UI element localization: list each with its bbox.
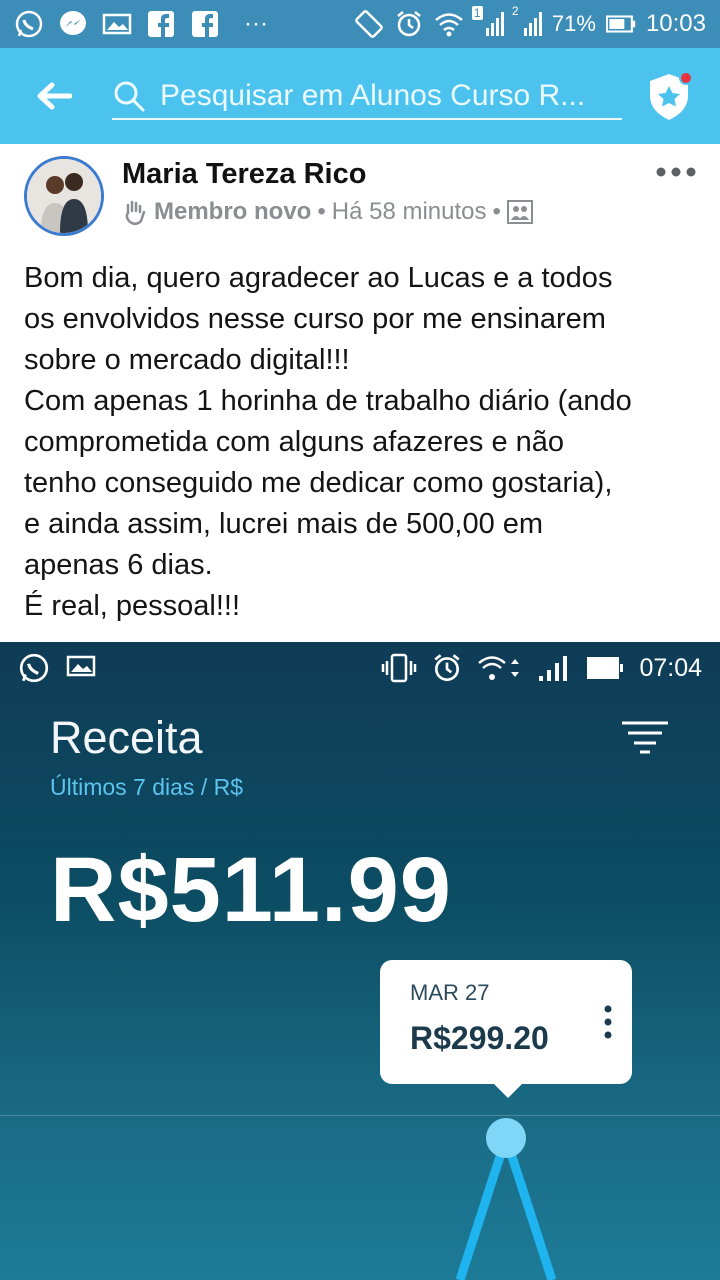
- whatsapp-icon: [19, 653, 49, 683]
- post-text: Bom dia, quero agradecer ao Lucas e a to…: [24, 258, 704, 627]
- whatsapp-icon: [14, 9, 44, 39]
- rotate-icon: [354, 9, 384, 39]
- back-button[interactable]: [18, 48, 90, 144]
- post-line: e ainda assim, lucrei mais de 500,00 em: [24, 508, 544, 540]
- period-subtitle: Últimos 7 dias / R$: [50, 774, 244, 800]
- search-icon: [114, 81, 145, 112]
- messenger-icon: [58, 9, 88, 39]
- signal-sim1-icon: 1: [471, 6, 504, 36]
- chart-point-highlight: [486, 1118, 526, 1158]
- sim2-badge: 2: [511, 4, 519, 18]
- post-line: Bom dia, quero agradecer ao Lucas e a to…: [24, 262, 613, 294]
- post-time[interactable]: Há 58 minutos: [332, 198, 487, 226]
- group-search-header: Pesquisar em Alunos Curso R...: [0, 48, 720, 144]
- more-dots-icon: [656, 167, 696, 177]
- meta-separator-2: •: [492, 198, 501, 225]
- sim1-badge: 1: [471, 6, 483, 20]
- wave-hand-icon: [125, 200, 146, 225]
- filter-icon: [622, 721, 668, 754]
- wifi-icon: [478, 656, 520, 680]
- post-header: Maria Tereza Rico Membro novo • Há 58 mi…: [0, 144, 720, 244]
- post-line: É real, pessoal!!!: [24, 590, 240, 622]
- post-options-button[interactable]: [654, 164, 698, 180]
- alarm-icon: [394, 9, 424, 39]
- revenue-chart: [455, 1118, 557, 1280]
- avatar[interactable]: [24, 156, 104, 236]
- battery-icon: [587, 657, 624, 679]
- gallery-icon: [66, 655, 96, 677]
- vibrate-icon: [382, 653, 417, 683]
- post-meta: Membro novo • Há 58 minutos •: [122, 198, 533, 226]
- search-input[interactable]: Pesquisar em Alunos Curso R...: [160, 79, 615, 113]
- search-underline: [112, 118, 622, 120]
- group-audience-icon: [506, 200, 533, 224]
- status-bar: ··· 1 2 71% 10:03: [0, 0, 720, 48]
- kebab-menu-icon: [604, 1005, 612, 1039]
- post-line: os envolvidos nesse curso por me ensinar…: [24, 303, 606, 335]
- post-line: apenas 6 dias.: [24, 549, 213, 581]
- shield-star-icon: [650, 71, 693, 120]
- post-line: comprometida com alguns afazeres e não: [24, 426, 565, 458]
- alarm-icon: [434, 654, 461, 682]
- battery-percent: 71%: [551, 11, 596, 36]
- admin-tools-button[interactable]: [644, 70, 694, 124]
- post-line: sobre o mercado digital!!!: [24, 344, 350, 376]
- embedded-time: 07:04: [639, 653, 702, 682]
- post-line: Com apenas 1 horinha de trabalho diário …: [24, 385, 632, 417]
- post-line: tenho conseguido me dedicar como gostari…: [24, 467, 613, 499]
- more-notifications: ···: [244, 10, 268, 37]
- arrow-left-icon: [37, 82, 72, 110]
- meta-separator: •: [317, 198, 326, 225]
- chart-tooltip: MAR 27 R$299.20: [380, 960, 632, 1098]
- tooltip-value: R$299.20: [410, 1020, 549, 1056]
- gallery-icon: [102, 9, 132, 39]
- revenue-title: Receita: [50, 712, 203, 763]
- member-role: Membro novo: [154, 198, 312, 225]
- facebook-icon-2: [190, 9, 220, 39]
- signal-icon: [539, 656, 568, 681]
- wifi-icon: [434, 9, 464, 39]
- post-image[interactable]: 07:04 Receita Últimos 7 dias / R$ R$511.…: [0, 642, 720, 1280]
- post-author[interactable]: Maria Tereza Rico: [122, 158, 366, 191]
- tooltip-date: MAR 27: [410, 980, 490, 1005]
- embedded-status-bar: 07:04: [0, 642, 720, 694]
- filter-button: [620, 720, 670, 754]
- chart-line: [455, 1133, 557, 1280]
- battery-icon: [605, 9, 636, 39]
- facebook-icon: [146, 9, 176, 39]
- status-time: 10:03: [645, 10, 706, 37]
- revenue-total: R$511.99: [50, 839, 452, 941]
- search-bar[interactable]: Pesquisar em Alunos Curso R...: [112, 56, 622, 136]
- signal-sim2-icon: 2: [512, 4, 542, 36]
